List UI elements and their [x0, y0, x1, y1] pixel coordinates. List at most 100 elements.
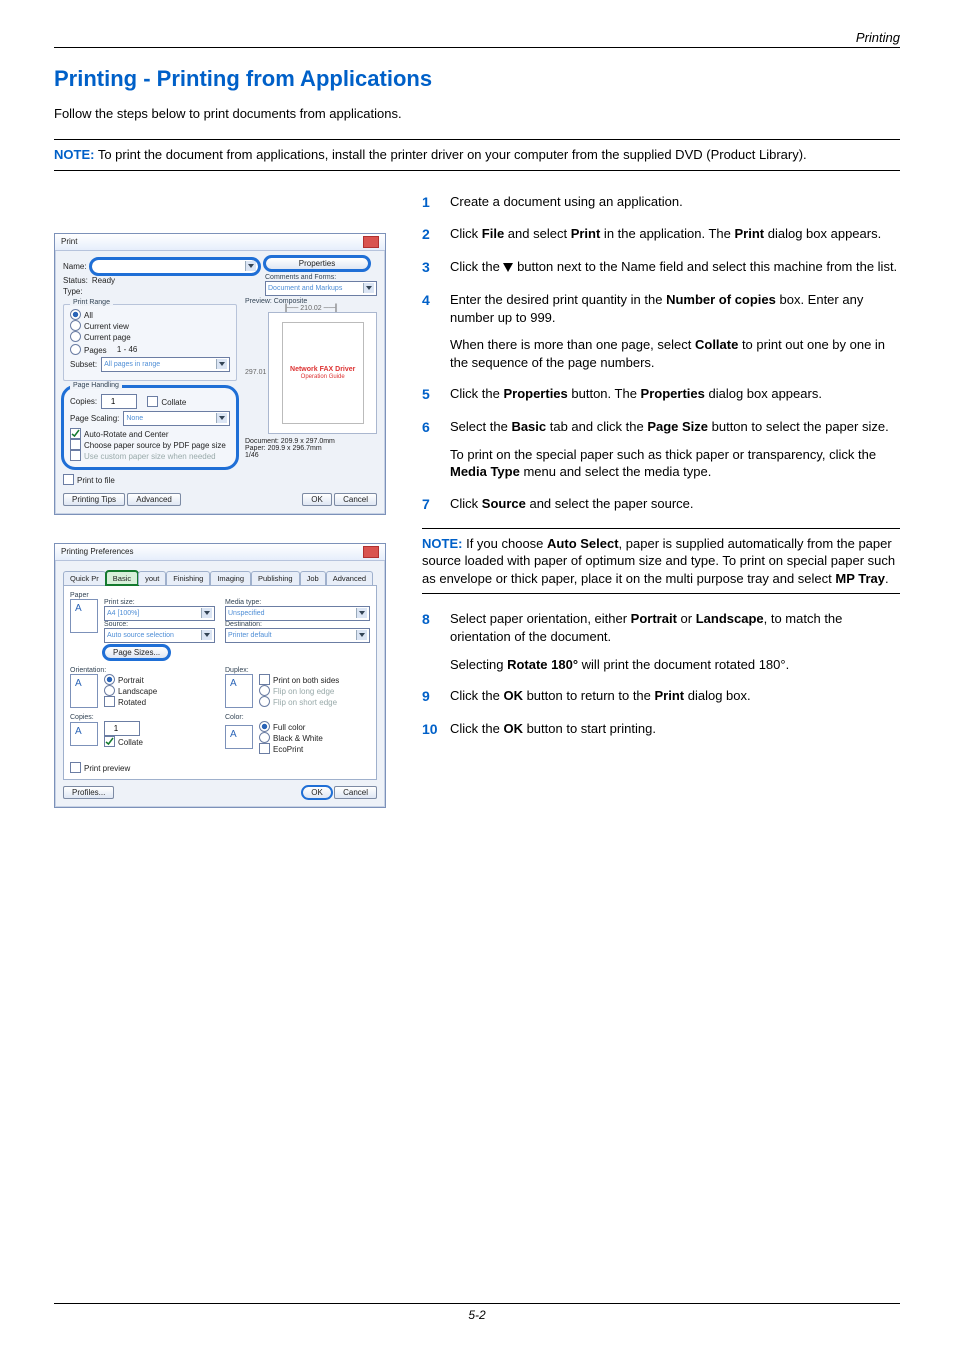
copies-icon — [70, 722, 98, 746]
step-number: 6 — [422, 418, 450, 481]
step-body: Select paper orientation, either Portrai… — [450, 610, 900, 673]
print-to-file-checkbox[interactable]: Print to file — [63, 474, 237, 485]
subset-label: Subset: — [70, 360, 97, 369]
step-body: Click the Properties button. The Propert… — [450, 385, 900, 404]
printer-name-combo[interactable] — [91, 259, 259, 274]
duplex-title: Duplex: — [225, 667, 370, 674]
tab-imaging[interactable]: Imaging — [210, 571, 251, 585]
status-label: Status: — [63, 276, 88, 285]
range-currentpage-radio[interactable]: Current page — [70, 331, 230, 342]
step-body: Enter the desired print quantity in the … — [450, 291, 900, 371]
step-body: Click the button next to the Name field … — [450, 258, 900, 277]
step-body: Click the OK button to start printing. — [450, 720, 900, 739]
step-number: 8 — [422, 610, 450, 673]
step-body: Click the OK button to return to the Pri… — [450, 687, 900, 706]
step-number: 4 — [422, 291, 450, 371]
color-icon — [225, 725, 253, 749]
tab-quickprint[interactable]: Quick Pr — [63, 571, 106, 585]
page-icon — [70, 599, 98, 633]
tab-advanced[interactable]: Advanced — [326, 571, 373, 585]
custom-size-checkbox[interactable]: Use custom paper size when needed — [70, 450, 230, 461]
dlg1-title: Print — [61, 237, 77, 246]
long-edge-radio[interactable]: Flip on long edge — [259, 685, 339, 696]
ok-button-2[interactable]: OK — [302, 786, 332, 799]
collate-checkbox2[interactable]: Collate — [104, 738, 143, 747]
range-all-radio[interactable]: All — [70, 309, 230, 320]
tab-job[interactable]: Job — [300, 571, 326, 585]
fullcolor-radio[interactable]: Full color — [259, 721, 323, 732]
profiles-button[interactable]: Profiles... — [63, 786, 114, 799]
print-dialog: Print Name: Status:Ready — [54, 233, 386, 515]
screenshots-column: Print Name: Status:Ready — [54, 193, 394, 808]
source-combo[interactable]: Auto source selection — [104, 628, 215, 643]
properties-button[interactable]: Properties — [265, 257, 369, 270]
note-label-2: NOTE: — [422, 536, 462, 551]
scaling-label: Page Scaling: — [70, 414, 119, 423]
media-combo[interactable]: Unspecified — [225, 606, 370, 621]
tab-basic[interactable]: Basic — [106, 571, 138, 585]
landscape-radio[interactable]: Landscape — [104, 685, 157, 696]
paper-group-title: Paper — [70, 592, 370, 599]
page-sizes-button[interactable]: Page Sizes... — [104, 646, 169, 659]
cancel-button[interactable]: Cancel — [334, 493, 377, 506]
subset-combo[interactable]: All pages in range — [101, 357, 230, 372]
step-body: Select the Basic tab and click the Page … — [450, 418, 900, 481]
color-title: Color: — [225, 714, 370, 721]
choose-source-checkbox[interactable]: Choose paper source by PDF page size — [70, 439, 230, 450]
copies-label: Copies: — [70, 397, 97, 406]
step-body: Click File and select Print in the appli… — [450, 225, 900, 244]
step-body: Click Source and select the paper source… — [450, 495, 900, 514]
scaling-combo[interactable]: None — [123, 411, 230, 426]
range-currentview-radio[interactable]: Current view — [70, 320, 230, 331]
comments-combo[interactable]: Document and Markups — [265, 281, 377, 296]
short-edge-radio[interactable]: Flip on short edge — [259, 696, 339, 707]
advanced-button[interactable]: Advanced — [127, 493, 181, 506]
step-number: 5 — [422, 385, 450, 404]
note-text-2: If you choose Auto Select, paper is supp… — [422, 536, 895, 586]
step-body: Create a document using an application. — [450, 193, 900, 212]
rotated-checkbox[interactable]: Rotated — [104, 696, 157, 707]
close-icon[interactable] — [363, 236, 379, 248]
dest-label: Destination: — [225, 621, 370, 628]
doc-size: Document: 209.9 x 297.0mm — [245, 438, 377, 445]
source-label: Source: — [104, 621, 215, 628]
ok-button[interactable]: OK — [302, 493, 332, 506]
tab-layout[interactable]: yout — [138, 571, 166, 585]
copies-spinner2[interactable] — [104, 721, 140, 736]
autorotate-checkbox[interactable]: Auto-Rotate and Center — [70, 428, 230, 439]
status-value: Ready — [92, 276, 115, 285]
step-number: 3 — [422, 258, 450, 277]
preview-label: Preview: Composite — [245, 298, 377, 305]
portrait-radio[interactable]: Portrait — [104, 674, 157, 685]
close-icon[interactable] — [363, 546, 379, 558]
steps-column: 1Create a document using an application.… — [422, 193, 900, 753]
note-box-2: NOTE: If you choose Auto Select, paper i… — [422, 528, 900, 595]
tab-finishing[interactable]: Finishing — [166, 571, 210, 585]
print-size-combo[interactable]: A4 [100%] — [104, 606, 215, 621]
type-label: Type: — [63, 287, 83, 296]
dest-combo[interactable]: Printer default — [225, 628, 370, 643]
orientation-title: Orientation: — [70, 667, 215, 674]
tab-strip: Quick Pr Basic yout Finishing Imaging Pu… — [63, 571, 377, 585]
print-size-label: Print size: — [104, 599, 215, 606]
chevron-down-icon[interactable] — [245, 261, 256, 271]
bw-radio[interactable]: Black & White — [259, 732, 323, 743]
cancel-button-2[interactable]: Cancel — [334, 786, 377, 799]
dlg2-title: Printing Preferences — [61, 547, 133, 556]
media-label: Media type: — [225, 599, 370, 606]
collate-checkbox[interactable]: Collate — [147, 396, 186, 407]
tab-publishing[interactable]: Publishing — [251, 571, 300, 585]
printing-tips-button[interactable]: Printing Tips — [63, 493, 125, 506]
step-number: 2 — [422, 225, 450, 244]
preview-pane: Network FAX DriverOperation Guide — [268, 312, 377, 434]
copies-spinner[interactable] — [101, 394, 137, 409]
note-label: NOTE: — [54, 147, 94, 162]
note-box-1: NOTE: To print the document from applica… — [54, 139, 900, 171]
step-number: 7 — [422, 495, 450, 514]
both-sides-checkbox[interactable]: Print on both sides — [259, 674, 339, 685]
ecoprint-checkbox[interactable]: EcoPrint — [259, 743, 323, 754]
range-pages-radio[interactable]: Pages — [70, 344, 107, 355]
print-range-group: Print Range All Current view Current pag… — [63, 304, 237, 381]
print-preview-checkbox[interactable]: Print preview — [70, 762, 370, 773]
range-pages-value: 1 - 46 — [117, 345, 137, 354]
